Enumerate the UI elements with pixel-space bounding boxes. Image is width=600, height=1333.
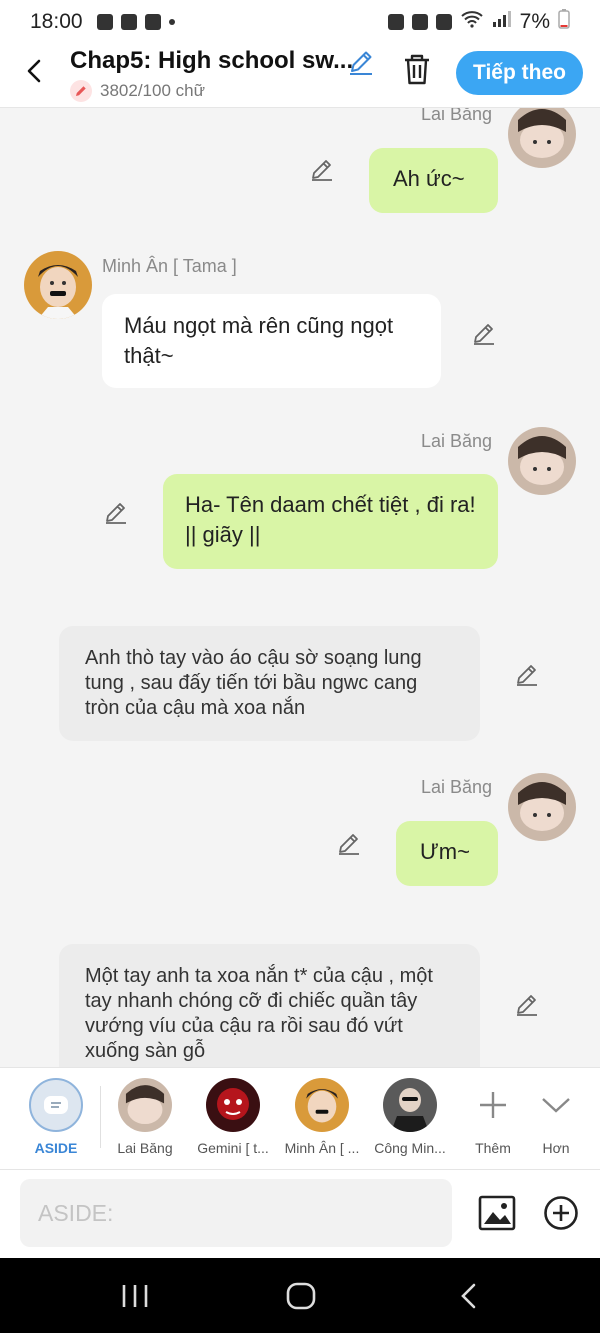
plus-circle-icon[interactable] <box>543 1195 579 1231</box>
system-nav-bar <box>0 1258 600 1333</box>
character-lai-bang[interactable]: Lai Băng <box>102 1078 188 1156</box>
character-label: Gemini [ t... <box>197 1140 269 1156</box>
signal-icon <box>492 10 512 34</box>
sender-name: Lai Băng <box>421 108 493 124</box>
avatar-minh-an <box>295 1078 349 1132</box>
avatar-minh-an[interactable] <box>24 251 92 319</box>
chat-area[interactable]: Lai Băng Ah ức~ Minh Ân [ Tama ] Máu ngọ… <box>0 108 600 1067</box>
sender-name: Lai Băng <box>421 777 493 797</box>
wifi-icon <box>460 10 484 34</box>
aside-chat-icon <box>29 1078 83 1132</box>
character-label: Hơn <box>542 1140 570 1156</box>
chevron-down-icon <box>529 1078 583 1132</box>
pencil-icon <box>70 80 92 102</box>
character-gemini[interactable]: Gemini [ t... <box>190 1078 276 1156</box>
edit-message-icon[interactable] <box>104 500 128 524</box>
status-time: 18:00 <box>30 10 83 33</box>
home-icon[interactable] <box>285 1281 317 1311</box>
notification-icons <box>96 14 175 30</box>
character-label: ASIDE <box>34 1140 78 1156</box>
system-icons: 7% <box>387 9 570 35</box>
mute-icon <box>435 14 452 30</box>
message-input[interactable] <box>20 1179 452 1247</box>
sender-name: Lai Băng <box>421 431 493 451</box>
message-bubble[interactable]: Ưm~ <box>396 821 498 886</box>
alarm-icon <box>411 14 428 30</box>
message-bubble[interactable]: Ah ức~ <box>369 148 498 213</box>
edit-title-pencil-icon[interactable] <box>347 48 375 76</box>
character-label: Lai Băng <box>117 1140 173 1156</box>
back-icon[interactable] <box>22 58 48 84</box>
character-bar: ASIDE Lai Băng Gemini [ t... Minh Ân [ .… <box>0 1067 600 1170</box>
message-bubble[interactable]: Máu ngọt mà rên cũng ngọt thật~ <box>102 294 441 388</box>
avatar-lai-bang[interactable] <box>508 108 576 168</box>
aside-bubble[interactable]: Một tay anh ta xoa nắn t* của cậu , một … <box>59 944 480 1067</box>
avatar-gemini <box>206 1078 260 1132</box>
message-bubble[interactable]: Ha- Tên daam chết tiệt , đi ra! || giãy … <box>163 474 498 569</box>
status-bar: 18:00 7% <box>0 0 600 44</box>
more-characters-button[interactable]: Hơn <box>513 1078 599 1156</box>
plus-icon <box>466 1078 520 1132</box>
chapter-title[interactable]: Chap5: High school sw... <box>70 47 353 75</box>
avatar-cong-minh <box>383 1078 437 1132</box>
edit-message-icon[interactable] <box>310 157 334 181</box>
edit-message-icon[interactable] <box>515 662 539 686</box>
gallery-notification-icon <box>96 14 113 30</box>
sender-name: Minh Ân [ Tama ] <box>102 256 237 276</box>
alert-notification-icon <box>120 14 137 30</box>
battery-level: 7% <box>519 10 550 33</box>
avatar-lai-bang <box>118 1078 172 1132</box>
character-label: Minh Ân [ ... <box>284 1140 360 1156</box>
word-count: 3802/100 chữ <box>70 80 205 102</box>
app-header: Chap5: High school sw... 3802/100 chữ Ti… <box>0 44 600 108</box>
input-area <box>0 1170 600 1258</box>
recent-apps-icon[interactable] <box>120 1283 150 1309</box>
edit-message-icon[interactable] <box>337 831 361 855</box>
character-minh-an[interactable]: Minh Ân [ ... <box>279 1078 365 1156</box>
edit-message-icon[interactable] <box>515 992 539 1016</box>
character-label: Công Min... <box>374 1140 446 1156</box>
character-aside[interactable]: ASIDE <box>13 1078 99 1156</box>
lock-icon <box>387 14 404 30</box>
divider <box>100 1086 101 1148</box>
battery-icon <box>558 9 570 35</box>
character-cong-minh[interactable]: Công Min... <box>367 1078 453 1156</box>
avatar-lai-bang[interactable] <box>508 773 576 841</box>
more-notifications-icon <box>168 19 175 25</box>
shop-notification-icon <box>144 14 161 30</box>
word-count-text: 3802/100 chữ <box>100 81 205 100</box>
trash-icon[interactable] <box>402 52 432 86</box>
system-back-icon[interactable] <box>458 1282 480 1310</box>
image-icon[interactable] <box>478 1195 516 1231</box>
edit-message-icon[interactable] <box>472 321 496 345</box>
next-button[interactable]: Tiếp theo <box>456 51 583 95</box>
aside-bubble[interactable]: Anh thò tay vào áo cậu sờ soạng lung tun… <box>59 626 480 741</box>
avatar-lai-bang[interactable] <box>508 427 576 495</box>
